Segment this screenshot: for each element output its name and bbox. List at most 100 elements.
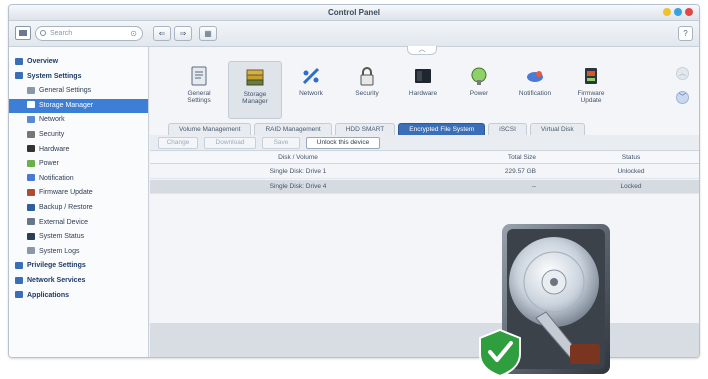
app-label: Firmware: [577, 90, 605, 97]
sidebar-item-backup-restore[interactable]: Backup / Restore: [9, 201, 148, 216]
tab-encrypted-file-system[interactable]: Encrypted File System: [398, 123, 486, 135]
sidebar-item-label: Network Services: [27, 276, 86, 284]
sidebar-item-system-status[interactable]: System Status: [9, 230, 148, 245]
save-button[interactable]: Save: [262, 137, 300, 149]
app-storage-manager[interactable]: Storage Manager: [228, 61, 282, 119]
cell-total-size: --: [531, 183, 536, 190]
sidebar-item-label: General Settings: [39, 87, 92, 95]
sidebar-item-network[interactable]: Network: [9, 113, 148, 128]
app-label: General: [187, 90, 211, 97]
app-icon-row: General Settings Storage Manager Network Secu…: [172, 61, 620, 119]
home-icon[interactable]: [15, 26, 31, 40]
storage-icon: [27, 101, 35, 109]
cell-disk-volume: Single Disk: Drive 4: [269, 183, 327, 190]
app-label-line2: Manager: [242, 98, 268, 105]
tab-iscsi[interactable]: iSCSI: [488, 123, 527, 135]
general-settings-icon: [188, 65, 210, 87]
app-notification[interactable]: Notification: [508, 61, 562, 119]
sidebar-item-label: Firmware Update: [39, 189, 93, 197]
shield-icon: [479, 328, 521, 377]
app-label: Security: [355, 90, 379, 97]
notification-icon: [27, 174, 35, 182]
drive-actuator: [570, 344, 600, 364]
cell-total-size: 229.57 GB: [504, 168, 536, 175]
app-firmware-update[interactable]: Firmware Update: [564, 61, 618, 119]
sidebar-item-label: Storage Manager: [39, 101, 94, 109]
app-label-line2: Settings: [187, 97, 211, 104]
app-hardware[interactable]: Hardware: [396, 61, 450, 119]
search-input[interactable]: Search ⊙: [35, 26, 143, 41]
sidebar-item-firmware-update[interactable]: Firmware Update: [9, 186, 148, 201]
table-row[interactable]: Single Disk: Drive 4 -- Locked: [150, 180, 699, 194]
sidebar-item-label: System Logs: [39, 247, 80, 255]
lock-icon: [27, 130, 35, 138]
sidebar-item-label: Applications: [27, 291, 70, 299]
app-label: Hardware: [408, 90, 438, 97]
app-general-settings[interactable]: General Settings: [172, 61, 226, 119]
app-label: Network: [299, 90, 323, 97]
sidebar-item-label: System Settings: [27, 72, 82, 80]
sidebar-item-label: Hardware: [39, 145, 70, 153]
cell-disk-volume: Single Disk: Drive 1: [269, 168, 327, 175]
collapse-icon[interactable]: ︿: [407, 46, 437, 55]
scroll-down-icon[interactable]: ﹀: [676, 91, 689, 104]
app-network[interactable]: Network: [284, 61, 338, 119]
tab-virtual-disk[interactable]: Virtual Disk: [529, 123, 585, 135]
cell-status: Locked: [620, 183, 642, 190]
column-header-disk-volume[interactable]: Disk / Volume: [180, 152, 416, 164]
minimize-button[interactable]: [663, 8, 671, 16]
tab-volume-management[interactable]: Volume Management: [168, 123, 252, 135]
unlock-device-button[interactable]: Unlock this device: [306, 137, 380, 149]
power-icon: [27, 159, 35, 167]
grid-view-button[interactable]: ▦: [199, 26, 217, 41]
tab-hdd-smart[interactable]: HDD SMART: [334, 123, 396, 135]
window-controls: [663, 8, 693, 16]
main-panel: ︿ General Settings Storage Manager Network Se…: [150, 46, 699, 357]
sidebar-item-system-logs[interactable]: System Logs: [9, 245, 148, 260]
sidebar-item-overview[interactable]: Overview: [9, 55, 148, 70]
sidebar-item-system-settings[interactable]: System Settings: [9, 70, 148, 85]
app-security[interactable]: Security: [340, 61, 394, 119]
sidebar-item-privilege-settings[interactable]: Privilege Settings: [9, 259, 148, 274]
tab-bar: Volume Management RAID Management HDD SMAR…: [168, 123, 588, 135]
sidebar-item-label: Power: [39, 160, 59, 168]
sidebar-item-external-device[interactable]: External Device: [9, 216, 148, 231]
panel-footer: [150, 323, 699, 357]
notification-icon: [524, 65, 546, 87]
storage-icon: [244, 66, 266, 88]
app-label: Notification: [518, 90, 552, 97]
column-header-status[interactable]: Status: [586, 152, 676, 164]
forward-button[interactable]: ⇒: [174, 26, 192, 41]
sidebar: Overview System Settings General Settings S…: [9, 47, 149, 357]
sidebar-item-power[interactable]: Power: [9, 157, 148, 172]
search-clear-icon[interactable]: ⊙: [130, 27, 137, 40]
help-button[interactable]: ?: [678, 26, 693, 41]
sidebar-item-label: Network: [39, 116, 65, 124]
column-header-total-size[interactable]: Total Size: [426, 152, 536, 164]
back-button[interactable]: ⇐: [153, 26, 171, 41]
table-row[interactable]: Single Disk: Drive 1 229.57 GB Unlocked: [150, 165, 699, 179]
app-label: Power: [469, 90, 489, 97]
download-button[interactable]: Download: [204, 137, 256, 149]
scroll-up-icon[interactable]: ︿: [676, 67, 689, 80]
close-button[interactable]: [685, 8, 693, 16]
sidebar-item-applications[interactable]: Applications: [9, 289, 148, 304]
sidebar-item-general-settings[interactable]: General Settings: [9, 84, 148, 99]
gear-icon: [15, 72, 23, 80]
sidebar-item-storage-manager[interactable]: Storage Manager: [9, 98, 148, 114]
tab-raid-management[interactable]: RAID Management: [254, 123, 332, 135]
change-button[interactable]: Change: [158, 137, 198, 149]
sidebar-item-label: Privilege Settings: [27, 262, 86, 270]
maximize-button[interactable]: [674, 8, 682, 16]
sidebar-item-hardware[interactable]: Hardware: [9, 143, 148, 158]
lock-icon: [356, 65, 378, 87]
app-power[interactable]: Power: [452, 61, 506, 119]
overview-icon: [15, 57, 23, 65]
user-icon: [15, 261, 23, 269]
backup-icon: [27, 203, 35, 211]
sidebar-item-network-services[interactable]: Network Services: [9, 274, 148, 289]
sidebar-item-notification[interactable]: Notification: [9, 172, 148, 187]
apps-icon: [15, 291, 23, 299]
hardware-icon: [412, 65, 434, 87]
sidebar-item-security[interactable]: Security: [9, 128, 148, 143]
